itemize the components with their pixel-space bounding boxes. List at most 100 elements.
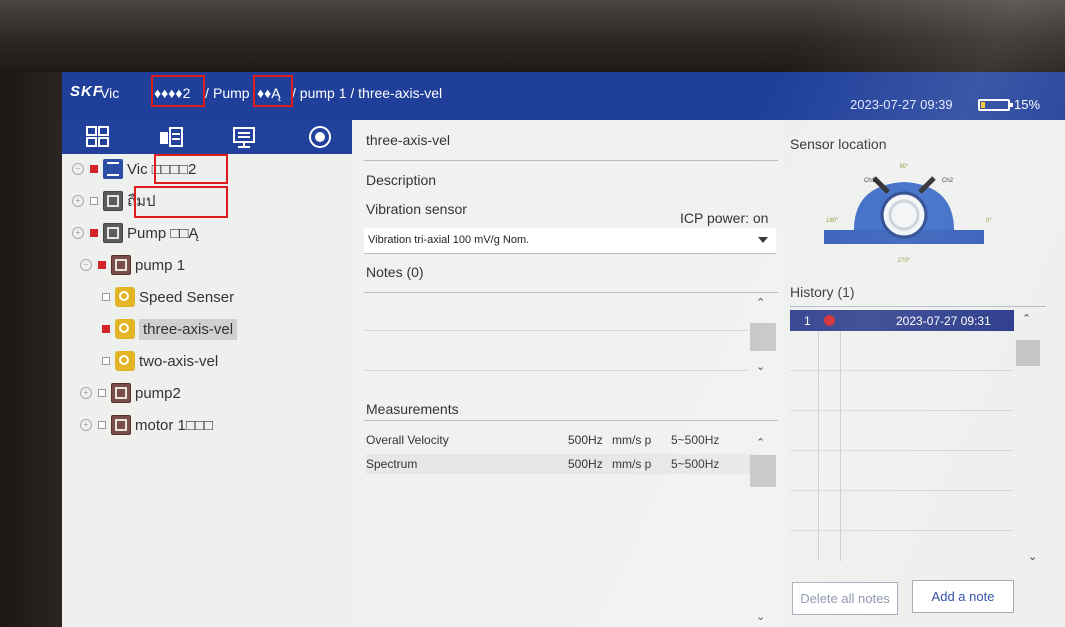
divider <box>364 160 778 161</box>
battery-percent: 15% <box>1014 97 1041 112</box>
no-status-icon <box>102 357 110 365</box>
measurement-unit: mm/s p <box>612 433 652 447</box>
no-status-icon <box>102 293 110 301</box>
sensor-type-label: Vibration sensor <box>366 201 467 217</box>
add-note-button[interactable]: Add a note <box>912 580 1014 613</box>
channel-label-ch2: Ch2 <box>942 178 954 184</box>
chevron-down-icon[interactable]: ⌄ <box>1028 550 1037 563</box>
tree-node-label-selected: three-axis-vel <box>139 318 238 340</box>
alarm-status-icon <box>98 261 106 269</box>
chevron-up-icon[interactable]: ⌃ <box>1022 312 1031 325</box>
asset-icon <box>111 415 131 435</box>
measurement-unit: mm/s p <box>612 457 652 471</box>
sensor-icon <box>115 351 135 371</box>
tree-node-pump-1[interactable]: − pump 1 <box>80 252 185 278</box>
history-datetime: 2023-07-27 09:31 <box>896 314 991 328</box>
grid-line <box>818 331 819 561</box>
breadcrumb-tail[interactable]: / pump 1 / three-axis-vel <box>292 85 442 101</box>
tree-node-label: two-axis-vel <box>139 352 219 370</box>
alarm-status-icon <box>90 229 98 237</box>
header-bar: SKF Vic ♦♦♦♦2 / Pump ♦♦Ą / pump 1 / thre… <box>62 72 1065 120</box>
measurements-scrollbar-thumb[interactable] <box>750 455 776 487</box>
device-bezel-left <box>0 72 62 627</box>
measurement-name: Overall Velocity <box>366 433 449 447</box>
chevron-down-icon[interactable]: ⌄ <box>756 360 765 373</box>
asset-tree: − Vic □□□□2 + ถืมป + Pump □□Ą − pump 1 S… <box>62 154 352 627</box>
breadcrumb-site[interactable]: Vic <box>100 85 119 101</box>
tree-node-motor-1[interactable]: + motor 1□□□ <box>80 412 213 438</box>
measurement-name: Spectrum <box>366 457 418 471</box>
chevron-up-icon[interactable]: ⌃ <box>756 296 765 309</box>
tree-node-pump[interactable]: + Pump □□Ą <box>72 220 198 246</box>
database-icon <box>103 159 123 179</box>
machine-icon <box>103 223 123 243</box>
history-label: History (1) <box>790 284 855 300</box>
measurements-label: Measurements <box>366 401 459 417</box>
asset-icon <box>111 383 131 403</box>
no-status-icon <box>98 421 106 429</box>
side-panel: Sensor location 90° Ch1 Ch2 180° 0° 270°… <box>784 120 1065 627</box>
tree-node-two-axis-vel[interactable]: two-axis-vel <box>102 348 218 374</box>
breadcrumb-site-garbled[interactable]: ♦♦♦♦2 <box>154 85 190 101</box>
no-status-icon <box>98 389 106 397</box>
tree-toolbar <box>62 120 352 154</box>
grid-line <box>790 490 1014 491</box>
detail-panel: three-axis-vel Description Vibration sen… <box>354 120 784 627</box>
sensor-icon <box>115 287 135 307</box>
no-status-icon <box>90 197 98 205</box>
tree-node-label: pump 1 <box>135 256 186 274</box>
asset-list-icon[interactable] <box>230 124 258 150</box>
divider <box>364 292 778 293</box>
expand-icon[interactable]: + <box>72 195 84 207</box>
breadcrumb-machine[interactable]: Pump <box>213 85 250 101</box>
divider <box>364 420 778 421</box>
tree-node-site[interactable]: − Vic □□□□2 <box>72 156 196 182</box>
breadcrumb-machine-garbled[interactable]: ♦♦Ą <box>257 85 281 101</box>
history-index: 1 <box>804 314 811 328</box>
device-bezel-top <box>0 0 1065 72</box>
measurement-range: 500Hz <box>568 457 603 471</box>
tree-node-three-axis-vel[interactable]: three-axis-vel <box>102 316 238 342</box>
grid-line <box>790 370 1014 371</box>
measurement-row[interactable]: Spectrum 500Hz mm/s p 5~500Hz <box>366 454 756 474</box>
tree-node-label: ถืมป <box>127 193 156 210</box>
collapse-icon[interactable]: − <box>72 163 84 175</box>
channel-label-ch1: Ch1 <box>864 178 876 184</box>
record-icon[interactable] <box>306 124 334 150</box>
expand-icon[interactable]: + <box>72 227 84 239</box>
device-screen: SKF Vic ♦♦♦♦2 / Pump ♦♦Ą / pump 1 / thre… <box>62 72 1065 627</box>
sensor-location-label: Sensor location <box>790 136 887 152</box>
asset-icon <box>111 255 131 275</box>
notes-scrollbar-thumb[interactable] <box>750 323 776 351</box>
chevron-down-icon[interactable] <box>758 237 768 243</box>
history-row[interactable]: 1 2023-07-27 09:31 <box>790 310 1014 331</box>
delete-all-notes-button[interactable]: Delete all notes <box>792 582 898 615</box>
description-label: Description <box>366 172 437 188</box>
expand-icon[interactable]: + <box>80 419 92 431</box>
battery-icon <box>978 99 1013 111</box>
measurement-row[interactable]: Overall Velocity 500Hz mm/s p 5~500Hz <box>366 430 756 450</box>
battery-nub <box>1010 103 1013 107</box>
grid-line <box>790 450 1014 451</box>
battery-fill <box>981 102 985 108</box>
sensor-model-select[interactable]: Vibration tri-axial 100 mV/g Nom. <box>364 228 776 254</box>
collapse-icon[interactable]: − <box>80 259 92 271</box>
icp-power-status: ICP power: on <box>680 210 769 226</box>
tree-node-pump2[interactable]: + pump2 <box>80 380 181 406</box>
divider <box>364 330 748 331</box>
tree-node-machine-1[interactable]: + ถืมป <box>72 188 156 214</box>
tree-node-label: pump2 <box>135 384 181 402</box>
machine-tree-icon[interactable] <box>157 124 185 150</box>
chevron-up-icon[interactable]: ⌃ <box>756 436 765 449</box>
history-list: 1 2023-07-27 09:31 ⌃ ⌄ <box>790 310 1040 570</box>
divider <box>790 306 1046 307</box>
breadcrumb-separator: / <box>205 85 209 101</box>
history-scrollbar-thumb[interactable] <box>1016 340 1040 366</box>
chevron-down-icon[interactable]: ⌄ <box>756 610 765 623</box>
expand-icon[interactable]: + <box>80 387 92 399</box>
notes-label: Notes (0) <box>366 264 424 280</box>
tree-node-speed-senser[interactable]: Speed Senser <box>102 284 234 310</box>
grid-line <box>790 410 1014 411</box>
grid-view-icon[interactable] <box>84 124 112 150</box>
alarm-status-icon <box>102 325 110 333</box>
